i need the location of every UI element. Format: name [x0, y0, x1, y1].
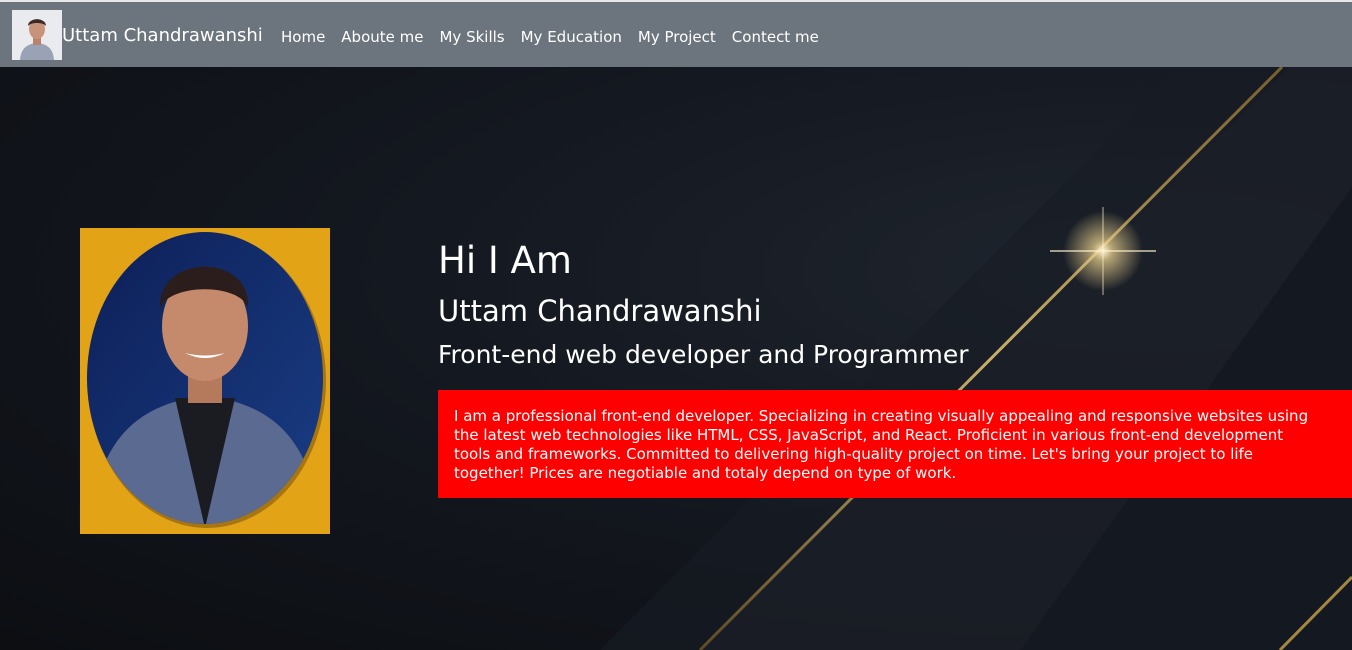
about-summary-text: I am a professional front-end developer.…: [454, 407, 1309, 482]
brand-avatar[interactable]: [12, 10, 62, 60]
nav-link-about[interactable]: Aboute me: [341, 27, 423, 47]
hero-section: Hi I Am Uttam Chandrawanshi Front-end we…: [0, 67, 1352, 650]
nav-link-education[interactable]: My Education: [521, 27, 622, 47]
hero-name: Uttam Chandrawanshi: [438, 294, 762, 328]
nav-link-home[interactable]: Home: [281, 27, 325, 47]
hero-greeting: Hi I Am: [438, 239, 572, 282]
nav-link-skills[interactable]: My Skills: [439, 27, 504, 47]
profile-photo-image: [87, 232, 326, 528]
hero-role: Front-end web developer and Programmer: [438, 340, 969, 369]
brand-avatar-image: [12, 10, 62, 60]
nav-link-contact[interactable]: Contect me: [732, 27, 819, 47]
about-summary-box: I am a professional front-end developer.…: [438, 390, 1352, 498]
navbar: Uttam Chandrawanshi Home Aboute me My Sk…: [0, 0, 1352, 67]
brand-name[interactable]: Uttam Chandrawanshi: [62, 25, 263, 47]
nav-links: Home Aboute me My Skills My Education My…: [281, 27, 835, 47]
nav-link-project[interactable]: My Project: [638, 27, 716, 47]
profile-photo: [80, 228, 330, 534]
